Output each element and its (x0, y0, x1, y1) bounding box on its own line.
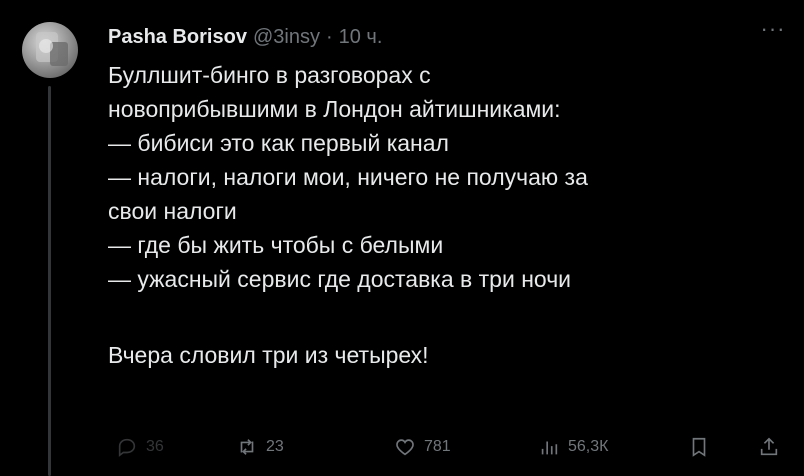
avatar[interactable] (22, 22, 78, 78)
author-name[interactable]: Pasha Borisov (108, 26, 247, 49)
heart-icon (396, 439, 414, 456)
views-icon (541, 441, 558, 455)
more-options-icon[interactable]: ··· (758, 18, 788, 46)
reply-button[interactable]: 36 (116, 432, 164, 462)
tweet-line: — где бы жить чтобы с белыми (108, 232, 444, 258)
tweet-text: Буллшит-бинго в разговорах с новоприбывш… (108, 58, 778, 372)
tweet-line: Буллшит-бинго в разговорах с (108, 62, 431, 88)
like-count: 781 (424, 438, 451, 455)
tweet-line: свои налоги (108, 198, 237, 224)
retweet-button[interactable]: 23 (236, 432, 284, 462)
share-button[interactable] (758, 432, 780, 462)
bookmark-icon (692, 437, 706, 457)
tweet-closing-line: Вчера словил три из четырех! (108, 342, 429, 368)
separator-dot: · (325, 26, 333, 48)
tweet-line: — бибиси это как первый канал (108, 130, 449, 156)
action-bar: 36 23 781 56,3К (108, 432, 798, 462)
reply-count: 36 (146, 438, 164, 455)
tweet-header: Pasha Borisov @3insy · 10 ч. (108, 26, 382, 52)
thread-line (48, 86, 51, 476)
tweet-line: — ужасный сервис где доставка в три ночи (108, 266, 572, 292)
tweet: Pasha Borisov @3insy · 10 ч. ··· Буллшит… (0, 0, 804, 476)
views-count: 56,3К (568, 438, 609, 455)
reply-icon (118, 438, 136, 457)
like-button[interactable]: 781 (394, 432, 451, 462)
bookmark-button[interactable] (688, 432, 710, 462)
retweet-icon (240, 439, 254, 455)
tweet-line: — налоги, налоги мои, ничего не получаю … (108, 164, 588, 190)
share-icon (760, 437, 778, 456)
tweet-line: новоприбывшими в Лондон айтишниками: (108, 96, 561, 122)
retweet-count: 23 (266, 438, 284, 455)
author-handle[interactable]: @3insy (253, 26, 320, 49)
timestamp[interactable]: 10 ч. (339, 26, 383, 49)
views-button[interactable]: 56,3К (538, 432, 608, 462)
